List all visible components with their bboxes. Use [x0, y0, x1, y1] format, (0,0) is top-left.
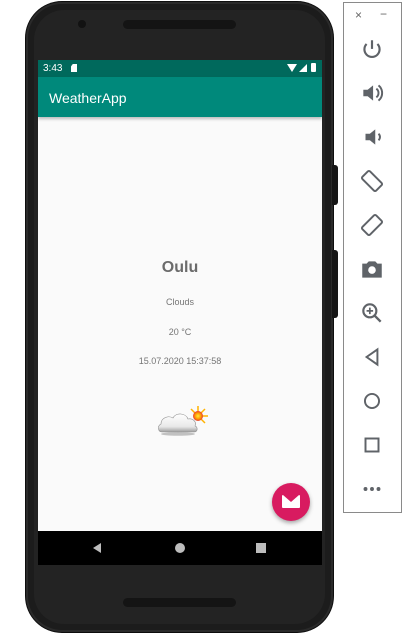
app-title: WeatherApp	[49, 90, 127, 106]
city-name: Oulu	[161, 259, 199, 276]
power-icon[interactable]	[359, 37, 385, 63]
top-speaker	[123, 20, 236, 29]
weather-condition: Clouds	[165, 297, 194, 307]
device-screen: 3:43 WeatherApp Oulu Clouds 20 °C 15.07.…	[38, 60, 322, 565]
bottom-speaker	[123, 598, 236, 607]
mail-icon	[282, 495, 300, 508]
weather-content: Oulu Clouds 20 °C 15.07.2020 15:37:58	[38, 117, 322, 531]
battery-icon	[311, 63, 316, 72]
volume-up-icon[interactable]	[359, 80, 385, 106]
home-icon[interactable]	[359, 388, 385, 414]
front-camera	[78, 20, 86, 28]
overview-icon[interactable]	[359, 432, 385, 458]
rotate-left-icon[interactable]	[359, 168, 385, 194]
app-bar: WeatherApp	[38, 77, 322, 117]
volume-down-icon[interactable]	[359, 124, 385, 150]
rotate-right-icon[interactable]	[359, 212, 385, 238]
cloud-sun-icon	[156, 404, 212, 438]
status-time: 3:43	[43, 63, 63, 74]
temperature: 20 °C	[168, 327, 192, 337]
nav-home-button[interactable]	[175, 543, 185, 553]
nav-back-button[interactable]	[93, 543, 101, 553]
back-icon[interactable]	[359, 344, 385, 370]
wifi-icon	[287, 64, 297, 72]
mail-fab-button[interactable]	[272, 483, 310, 521]
hardware-power-button[interactable]	[332, 165, 338, 205]
status-bar: 3:43	[38, 60, 322, 77]
more-icon[interactable]	[359, 476, 385, 502]
signal-icon	[299, 64, 307, 72]
nav-overview-button[interactable]	[256, 543, 266, 553]
timestamp: 15.07.2020 15:37:58	[138, 356, 222, 366]
panel-minimize-button[interactable]: −	[380, 7, 387, 21]
zoom-icon[interactable]	[359, 300, 385, 326]
hardware-volume-button[interactable]	[332, 250, 338, 318]
panel-close-button[interactable]: ×	[355, 8, 362, 22]
emulator-panel: × −	[343, 2, 402, 513]
navigation-bar	[38, 531, 322, 565]
camera-icon[interactable]	[359, 256, 385, 282]
sim-card-icon	[71, 64, 77, 72]
